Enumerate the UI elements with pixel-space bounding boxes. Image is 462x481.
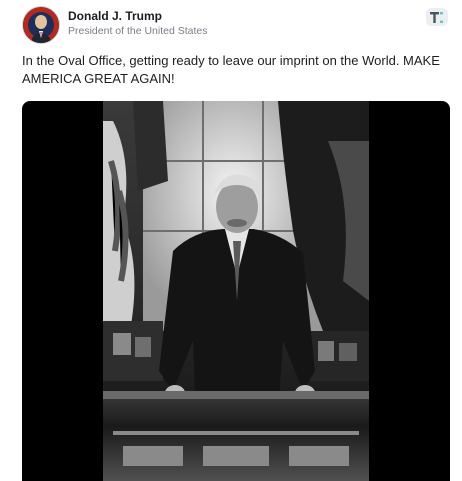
- truth-post: Donald J. Trump President of the United …: [0, 0, 462, 481]
- avatar-portrait: [23, 7, 59, 43]
- post-photo[interactable]: [103, 101, 369, 481]
- post-media[interactable]: [22, 101, 450, 481]
- post-text: In the Oval Office, getting ready to lea…: [22, 53, 440, 86]
- truth-social-icon[interactable]: [426, 8, 448, 26]
- brand-glyph: [430, 11, 443, 23]
- author-avatar[interactable]: [22, 6, 60, 44]
- author-name[interactable]: Donald J. Trump: [68, 9, 162, 23]
- photo-image: [103, 101, 369, 481]
- author-title: President of the United States: [68, 25, 208, 37]
